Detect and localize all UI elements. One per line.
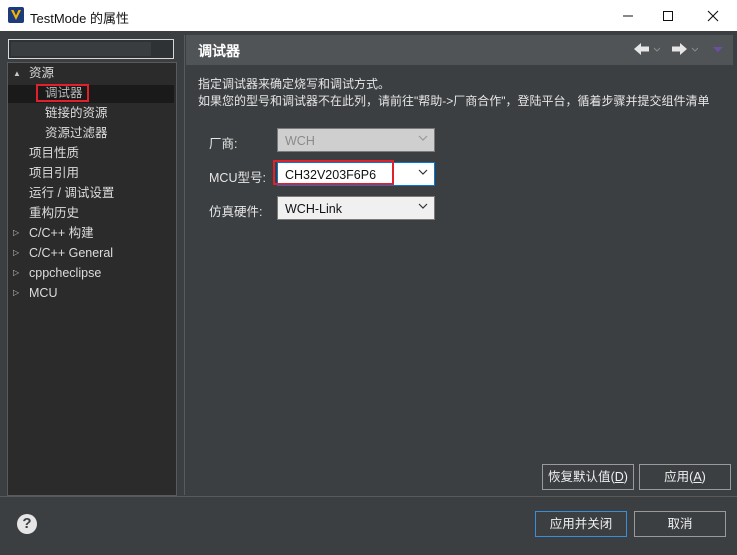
forward-button[interactable] (670, 41, 699, 60)
tree-item-project-references[interactable]: 项目引用 (29, 163, 79, 183)
minimize-button[interactable] (610, 0, 646, 31)
forward-arrow-icon (672, 43, 699, 55)
apply-and-close-button[interactable]: 应用并关闭 (535, 511, 627, 537)
tree-item-refactoring-history[interactable]: 重构历史 (29, 203, 79, 223)
maximize-button[interactable] (650, 0, 686, 31)
back-arrow-icon (634, 43, 661, 55)
selected-row-highlight (8, 85, 174, 103)
help-icon[interactable]: ? (17, 514, 37, 534)
chevron-down-icon (418, 135, 428, 141)
tree-item-resource-filters[interactable]: 资源过滤器 (45, 123, 108, 143)
restore-defaults-label: 恢复默认值 (548, 470, 611, 484)
emulator-value: WCH-Link (285, 202, 342, 216)
expand-down-icon[interactable]: ▲ (13, 70, 21, 78)
emulator-label: 仿真硬件: (209, 205, 263, 219)
tree-item-cpp-general[interactable]: C/C++ General (29, 243, 113, 263)
back-button[interactable] (632, 41, 661, 60)
restore-defaults-accelerator: D (614, 470, 624, 484)
tree-item-run-debug-settings[interactable]: 运行 / 调试设置 (29, 183, 114, 203)
tree-item-resources[interactable]: 资源 (29, 63, 54, 83)
footer-divider (0, 496, 737, 497)
cancel-button[interactable]: 取消 (634, 511, 726, 537)
property-tree: ▲ 资源 调试器 链接的资源 资源过滤器 项目性质 项目引用 运行 / 调试设置… (7, 62, 177, 496)
close-icon (707, 10, 719, 21)
window-title: TestMode 的属性 (30, 11, 129, 26)
page-description-1: 指定调试器来确定烧写和调试方式。 (198, 77, 391, 91)
apply-button[interactable]: 应用(A) (639, 464, 731, 490)
apply-label: 应用 (664, 470, 690, 484)
view-menu-button[interactable] (712, 41, 724, 60)
apply-accelerator: A (693, 470, 702, 484)
tree-item-project-natures[interactable]: 项目性质 (29, 143, 79, 163)
page-title: 调试器 (198, 43, 240, 59)
tree-item-mcu[interactable]: MCU (29, 283, 57, 303)
tree-item-cppcheclipse[interactable]: cppcheclipse (29, 263, 101, 283)
restore-defaults-button[interactable]: 恢复默认值(D) (542, 464, 634, 490)
minimize-icon (623, 15, 633, 16)
mcu-highlight-box (273, 160, 394, 185)
vendor-value: WCH (285, 134, 315, 148)
mcu-label: MCU型号: (209, 171, 266, 185)
tree-item-linked-resources[interactable]: 链接的资源 (45, 103, 108, 123)
vendor-select: WCH (277, 128, 435, 152)
page-description-2: 如果您的型号和调试器不在此列，请前往"帮助->厂商合作"，登陆平台，循着步骤并提… (198, 94, 710, 108)
expand-right-icon[interactable]: ▷ (13, 229, 21, 237)
tree-item-cpp-build[interactable]: C/C++ 构建 (29, 223, 94, 243)
tree-highlight-box (36, 84, 89, 102)
chevron-down-icon (418, 203, 428, 209)
maximize-icon (663, 10, 673, 21)
title-bar: TestMode 的属性 (0, 0, 737, 31)
app-logo-icon (8, 7, 24, 23)
chevron-down-icon (418, 169, 428, 175)
emulator-select[interactable]: WCH-Link (277, 196, 435, 220)
vendor-label: 厂商: (209, 137, 238, 151)
expand-right-icon[interactable]: ▷ (13, 269, 21, 277)
pane-divider (184, 35, 185, 495)
filter-input[interactable] (8, 39, 174, 59)
expand-right-icon[interactable]: ▷ (13, 289, 21, 297)
view-menu-icon (713, 47, 723, 52)
expand-right-icon[interactable]: ▷ (13, 249, 21, 257)
close-button[interactable] (695, 0, 731, 31)
